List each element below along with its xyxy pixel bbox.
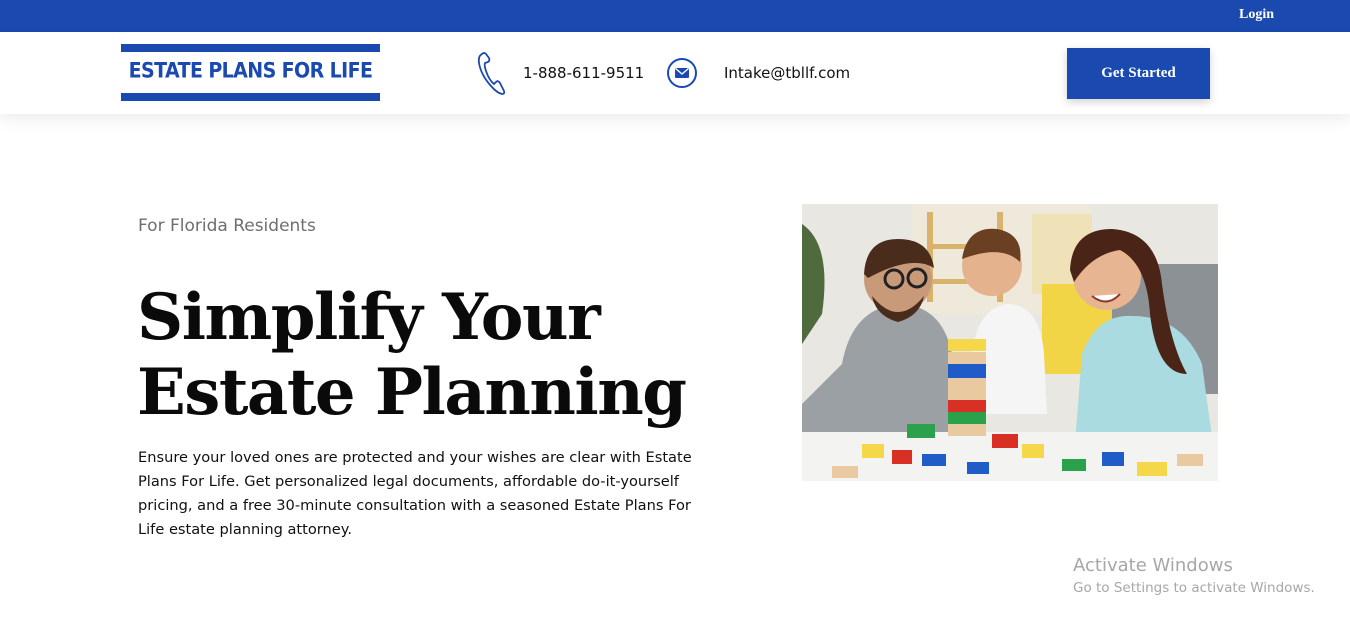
hero-eyebrow: For Florida Residents	[138, 216, 316, 236]
email-contact: Intake@tbllf.com	[666, 50, 850, 96]
phone-number-link[interactable]: 1-888-611-9511	[523, 64, 644, 82]
email-link[interactable]: Intake@tbllf.com	[724, 64, 850, 82]
site-logo[interactable]: ESTATE PLANS FOR LIFE	[121, 44, 380, 101]
family-playing-blocks-photo	[802, 204, 1218, 481]
headline-line-2: Estate Planning	[137, 355, 687, 430]
envelope-icon	[666, 50, 698, 96]
headline-line-1: Simplify Your	[137, 280, 601, 355]
phone-contact: 1-888-611-9511	[476, 50, 644, 96]
hero-headline: Simplify Your Estate Planning	[137, 280, 687, 430]
site-header: ESTATE PLANS FOR LIFE 1-888-611-9511 Int…	[0, 32, 1350, 114]
windows-activation-watermark: Activate Windows Go to Settings to activ…	[1073, 555, 1315, 596]
phone-icon	[476, 50, 508, 96]
login-link[interactable]: Login	[1239, 7, 1274, 23]
logo-top-bar	[121, 44, 380, 52]
watermark-title: Activate Windows	[1073, 555, 1233, 576]
watermark-subtitle: Go to Settings to activate Windows.	[1073, 580, 1315, 596]
top-bar: Login	[0, 0, 1350, 32]
logo-text: ESTATE PLANS FOR LIFE	[128, 58, 373, 84]
get-started-button[interactable]: Get Started	[1067, 48, 1210, 99]
hero-body-text: Ensure your loved ones are protected and…	[138, 449, 692, 538]
logo-bottom-bar	[121, 93, 380, 101]
